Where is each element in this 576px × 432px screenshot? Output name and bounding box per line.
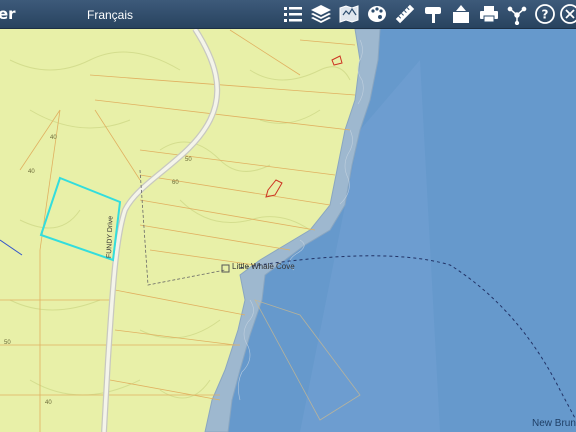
contour-label: 60 <box>172 180 179 186</box>
layers-icon[interactable] <box>308 2 334 26</box>
svg-text:?: ? <box>542 8 549 22</box>
contour-label: 40 <box>45 400 52 406</box>
contour-label: 40 <box>28 169 35 175</box>
language-link[interactable]: Français <box>87 8 133 22</box>
contour-label: 50 <box>4 340 11 346</box>
road-label: FUNDY Drive <box>106 215 115 259</box>
help-icon[interactable]: ? <box>532 2 558 26</box>
close-icon[interactable] <box>557 2 576 26</box>
export-icon[interactable] <box>448 2 474 26</box>
top-toolbar: er Français ? <box>0 0 576 29</box>
draw-icon[interactable] <box>420 2 446 26</box>
map-canvas[interactable] <box>0 0 576 432</box>
basemap-icon[interactable] <box>336 2 362 26</box>
share-icon[interactable] <box>504 2 530 26</box>
print-icon[interactable] <box>476 2 502 26</box>
copyright-text: New Brun <box>532 418 576 429</box>
palette-icon[interactable] <box>364 2 390 26</box>
layer-list-icon[interactable] <box>280 2 306 26</box>
measure-icon[interactable] <box>392 2 418 26</box>
place-label: Little Whale Cove <box>232 262 295 271</box>
contour-label: 40 <box>50 135 57 141</box>
contour-label: 50 <box>185 157 192 163</box>
app-title: er <box>0 5 16 23</box>
